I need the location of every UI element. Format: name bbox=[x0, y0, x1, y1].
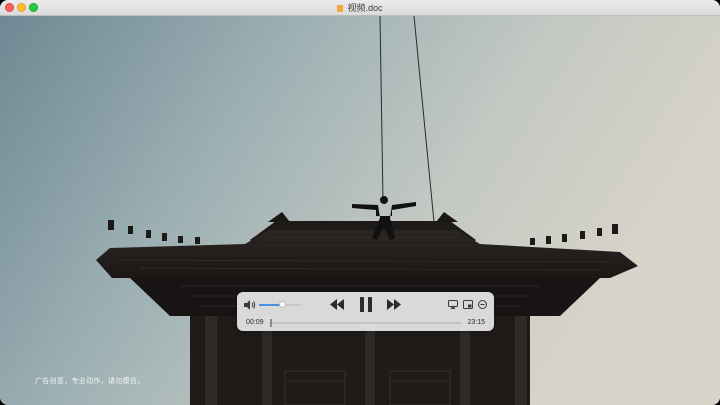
video-frame[interactable] bbox=[0, 16, 720, 405]
document-icon bbox=[337, 5, 344, 12]
progress-playhead[interactable] bbox=[270, 319, 273, 327]
rewind-icon bbox=[330, 299, 344, 310]
window-title: 视频.doc bbox=[0, 0, 720, 16]
volume-slider[interactable] bbox=[259, 301, 301, 308]
pip-button[interactable] bbox=[463, 300, 473, 309]
picture-in-picture-icon bbox=[463, 300, 473, 309]
player-window: 视频.doc 广告创意，专业动作，请勿模仿。 00:09 23:15 bbox=[0, 0, 720, 405]
video-subtitle: 广告创意，专业动作，请勿模仿。 bbox=[35, 378, 145, 385]
title-bar[interactable]: 视频.doc bbox=[0, 0, 720, 16]
airplay-icon bbox=[448, 300, 458, 309]
progress-track bbox=[270, 322, 462, 324]
rewind-button[interactable] bbox=[330, 299, 344, 310]
speaker-icon[interactable] bbox=[244, 300, 256, 310]
more-options-icon bbox=[478, 300, 487, 309]
airplay-button[interactable] bbox=[448, 300, 458, 309]
playback-controls: 00:09 23:15 bbox=[237, 292, 494, 331]
elapsed-time: 00:09 bbox=[246, 319, 264, 326]
play-pause-button[interactable] bbox=[359, 297, 373, 312]
volume-knob[interactable] bbox=[279, 301, 287, 308]
window-title-text: 视频.doc bbox=[347, 3, 383, 13]
more-options-button[interactable] bbox=[478, 300, 487, 309]
total-duration: 23:15 bbox=[467, 319, 485, 326]
progress-bar[interactable] bbox=[270, 319, 462, 327]
pause-icon bbox=[360, 297, 372, 312]
fast-forward-button[interactable] bbox=[387, 299, 401, 310]
video-scene bbox=[0, 16, 720, 405]
fast-forward-icon bbox=[387, 299, 401, 310]
